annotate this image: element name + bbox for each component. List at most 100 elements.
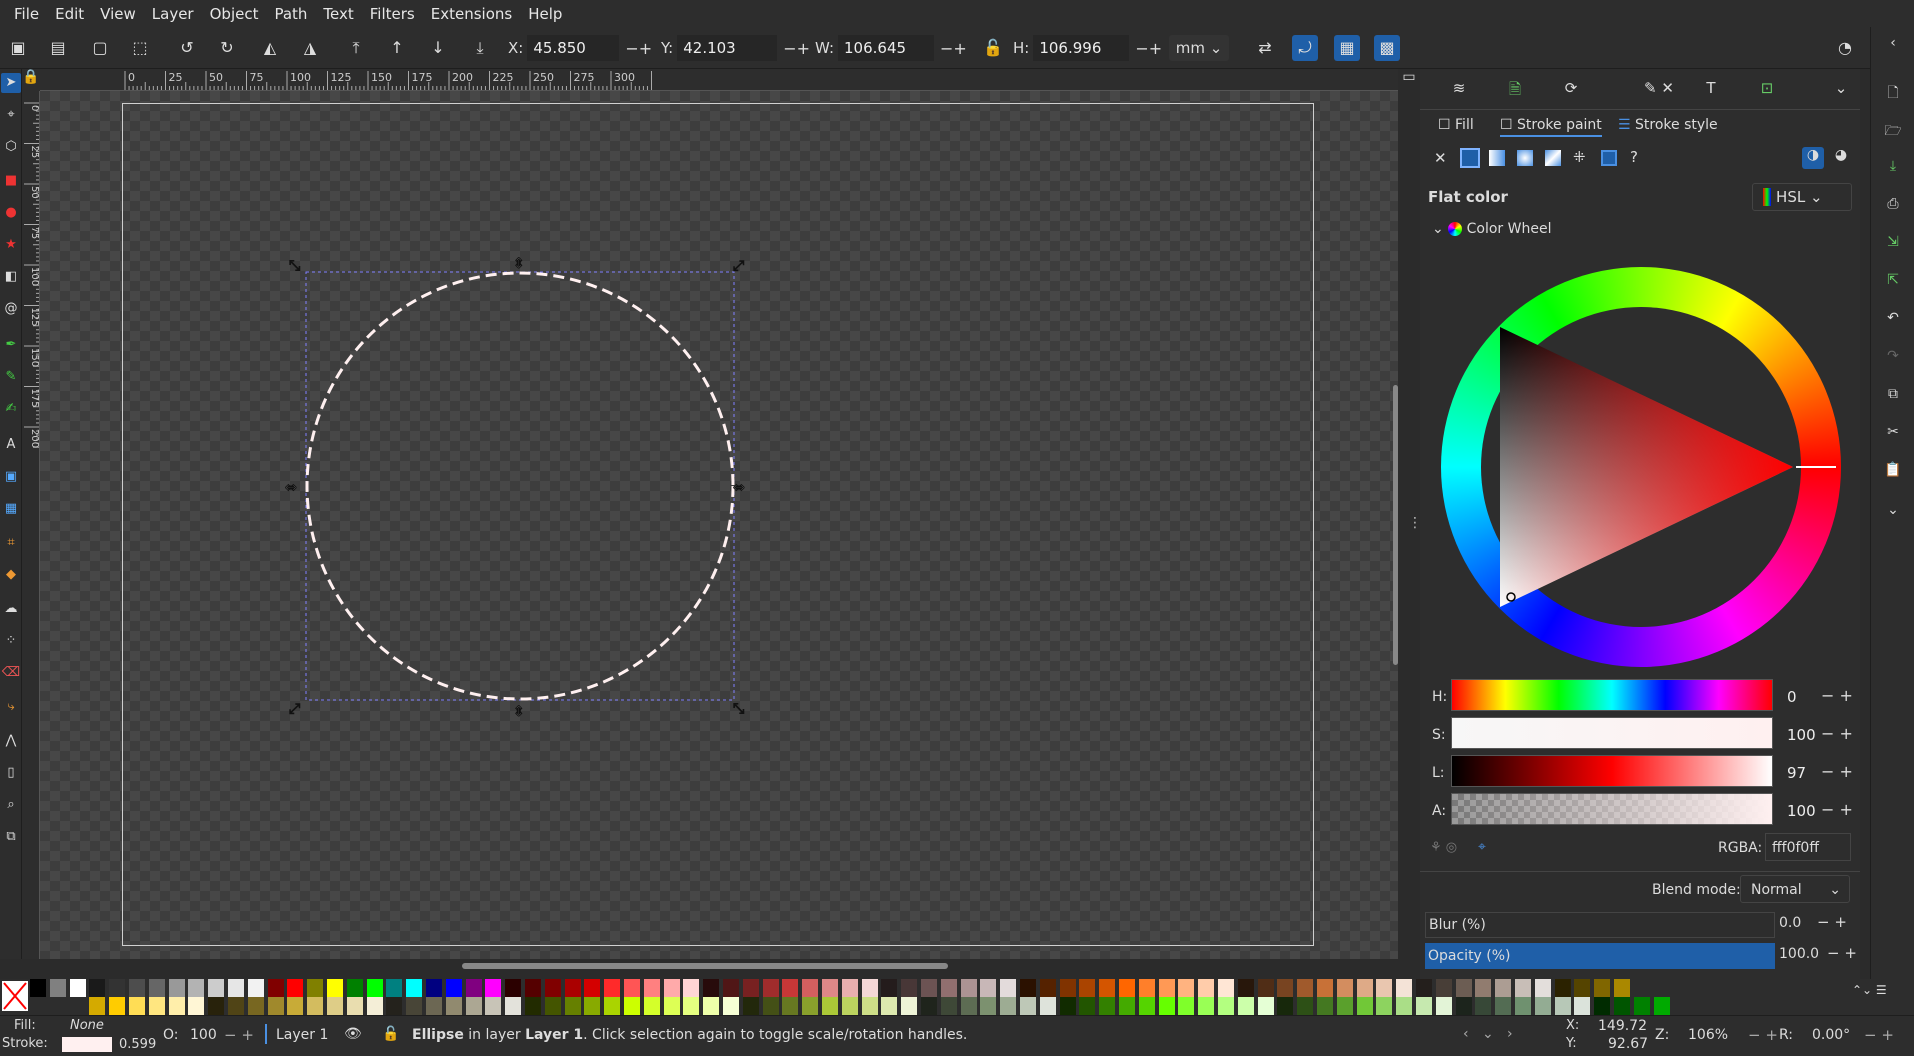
- tab-stroke-paint[interactable]: ☐ Stroke paint: [1500, 117, 1602, 137]
- ellipse-tool-icon[interactable]: ●: [1, 203, 21, 223]
- fill-stroke-tab-icon[interactable]: ✎ ✕: [1634, 79, 1684, 101]
- color-swatch[interactable]: [544, 997, 561, 1015]
- scale-handle-nw-icon[interactable]: ⤡: [289, 258, 301, 275]
- color-swatch[interactable]: [148, 997, 165, 1015]
- color-swatch[interactable]: [1554, 979, 1571, 997]
- color-swatch[interactable]: [683, 979, 700, 997]
- h-input[interactable]: 106.996: [1033, 35, 1130, 61]
- color-swatch[interactable]: [1574, 979, 1591, 997]
- color-swatch[interactable]: [505, 979, 522, 997]
- unit-select[interactable]: mm ⌄: [1169, 35, 1229, 61]
- color-swatch[interactable]: [426, 979, 442, 997]
- color-swatch[interactable]: [703, 979, 720, 997]
- cut-icon[interactable]: ✂: [1883, 424, 1903, 444]
- new-document-icon[interactable]: 🗋: [1883, 82, 1903, 102]
- saturation-slider[interactable]: [1451, 717, 1773, 749]
- gradient-tool-icon[interactable]: ▣: [1, 467, 21, 487]
- color-swatch[interactable]: [89, 979, 106, 997]
- color-swatch[interactable]: [1317, 979, 1333, 997]
- color-swatch[interactable]: [1297, 979, 1314, 997]
- blur-stepper-icon[interactable]: − +: [1817, 913, 1847, 931]
- page-nav-icon[interactable]: ‹ ⌄ ›: [1463, 1026, 1513, 1042]
- color-swatch[interactable]: [525, 979, 541, 997]
- color-swatch[interactable]: [624, 979, 640, 997]
- color-swatch[interactable]: [564, 997, 581, 1015]
- color-swatch[interactable]: [1633, 997, 1650, 1015]
- save-icon[interactable]: ⤓: [1883, 158, 1903, 178]
- color-swatch[interactable]: [1554, 997, 1571, 1015]
- color-swatch[interactable]: [723, 997, 739, 1015]
- color-swatch[interactable]: [485, 979, 502, 997]
- color-swatch[interactable]: [327, 997, 343, 1015]
- color-swatch[interactable]: [980, 979, 997, 997]
- color-swatch[interactable]: [1297, 997, 1314, 1015]
- color-swatch[interactable]: [1237, 979, 1254, 997]
- color-swatch[interactable]: [1218, 979, 1234, 997]
- rotate-input[interactable]: 0.00°: [1812, 1027, 1850, 1043]
- toggle-cms-icon[interactable]: ▭: [1398, 69, 1420, 91]
- snap-icon[interactable]: ◔: [1832, 35, 1858, 61]
- color-swatch[interactable]: [386, 979, 403, 997]
- 3d-box-tool-icon[interactable]: ◧: [1, 267, 21, 287]
- no-paint-button[interactable]: ✕: [1434, 149, 1447, 167]
- color-swatch[interactable]: [168, 979, 185, 997]
- color-swatch[interactable]: [445, 997, 462, 1015]
- color-swatch[interactable]: [742, 997, 759, 1015]
- spiral-tool-icon[interactable]: @: [1, 299, 21, 319]
- color-swatch[interactable]: [1138, 979, 1155, 997]
- color-swatch[interactable]: [1435, 979, 1452, 997]
- document-properties-tab-icon[interactable]: 🗎: [1500, 79, 1530, 101]
- move-gradient-icon[interactable]: ▦: [1334, 35, 1360, 61]
- color-swatch[interactable]: [1574, 997, 1591, 1015]
- color-swatch[interactable]: [1515, 997, 1531, 1015]
- color-swatch[interactable]: [1614, 979, 1630, 997]
- color-swatch[interactable]: [445, 979, 462, 997]
- scale-handle-sw-icon[interactable]: ⤢: [289, 701, 301, 718]
- color-swatch[interactable]: [1495, 979, 1512, 997]
- color-swatch[interactable]: [1138, 997, 1155, 1015]
- export-tab-icon[interactable]: ⊡: [1752, 79, 1782, 101]
- ellipse-object[interactable]: [305, 271, 735, 701]
- menu-help[interactable]: Help: [520, 5, 570, 23]
- h-stepper-icon[interactable]: −+: [1135, 39, 1162, 58]
- scale-radius-icon[interactable]: ⤾: [1292, 35, 1318, 61]
- menu-path[interactable]: Path: [266, 5, 315, 23]
- canvas[interactable]: ⤡ ⤢ ⤢ ⤡ ⇕ ⇕ ⇔ ⇔: [40, 91, 1398, 959]
- dropper-tool-icon[interactable]: ⌗: [1, 533, 21, 553]
- more-commands-icon[interactable]: ⌄: [1883, 502, 1903, 522]
- undo-icon[interactable]: ↶: [1883, 310, 1903, 330]
- rgba-input[interactable]: fff0f0ff: [1765, 833, 1851, 861]
- text-tool-icon[interactable]: A: [1, 435, 21, 455]
- color-swatch[interactable]: [1376, 979, 1393, 997]
- color-swatch[interactable]: [841, 979, 858, 997]
- color-swatch[interactable]: [287, 979, 304, 997]
- flat-color-button[interactable]: [1460, 148, 1480, 168]
- color-swatch[interactable]: [69, 979, 86, 997]
- color-swatch[interactable]: [980, 997, 997, 1015]
- color-swatch[interactable]: [1356, 979, 1373, 997]
- color-swatch[interactable]: [1475, 997, 1492, 1015]
- color-swatch[interactable]: [940, 979, 957, 997]
- color-swatch[interactable]: [604, 997, 621, 1015]
- zoom-stepper-icon[interactable]: − +: [1748, 1026, 1778, 1044]
- color-swatch[interactable]: [643, 997, 660, 1015]
- open-file-icon[interactable]: 🗁: [1883, 120, 1903, 140]
- color-swatch[interactable]: [208, 979, 225, 997]
- tweak-tool-icon[interactable]: ☁: [1, 599, 21, 619]
- color-swatch[interactable]: [1158, 997, 1175, 1015]
- color-swatch[interactable]: [1376, 997, 1393, 1015]
- color-swatch[interactable]: [802, 997, 819, 1015]
- menu-layer[interactable]: Layer: [144, 5, 202, 23]
- color-swatch[interactable]: [247, 979, 264, 997]
- current-layer[interactable]: Layer 1: [276, 1027, 328, 1043]
- fill-value[interactable]: None: [70, 1018, 104, 1033]
- color-swatch[interactable]: [1119, 997, 1135, 1015]
- move-pattern-icon[interactable]: ▩: [1374, 35, 1400, 61]
- color-swatch[interactable]: [782, 997, 799, 1015]
- rotate-cw-icon[interactable]: ↻: [214, 35, 240, 61]
- color-swatch[interactable]: [89, 997, 106, 1015]
- color-swatch[interactable]: [247, 997, 264, 1015]
- pattern-button[interactable]: ⁜: [1573, 148, 1586, 166]
- color-swatch[interactable]: [822, 979, 838, 997]
- pages-tool-icon[interactable]: ▯: [1, 763, 21, 783]
